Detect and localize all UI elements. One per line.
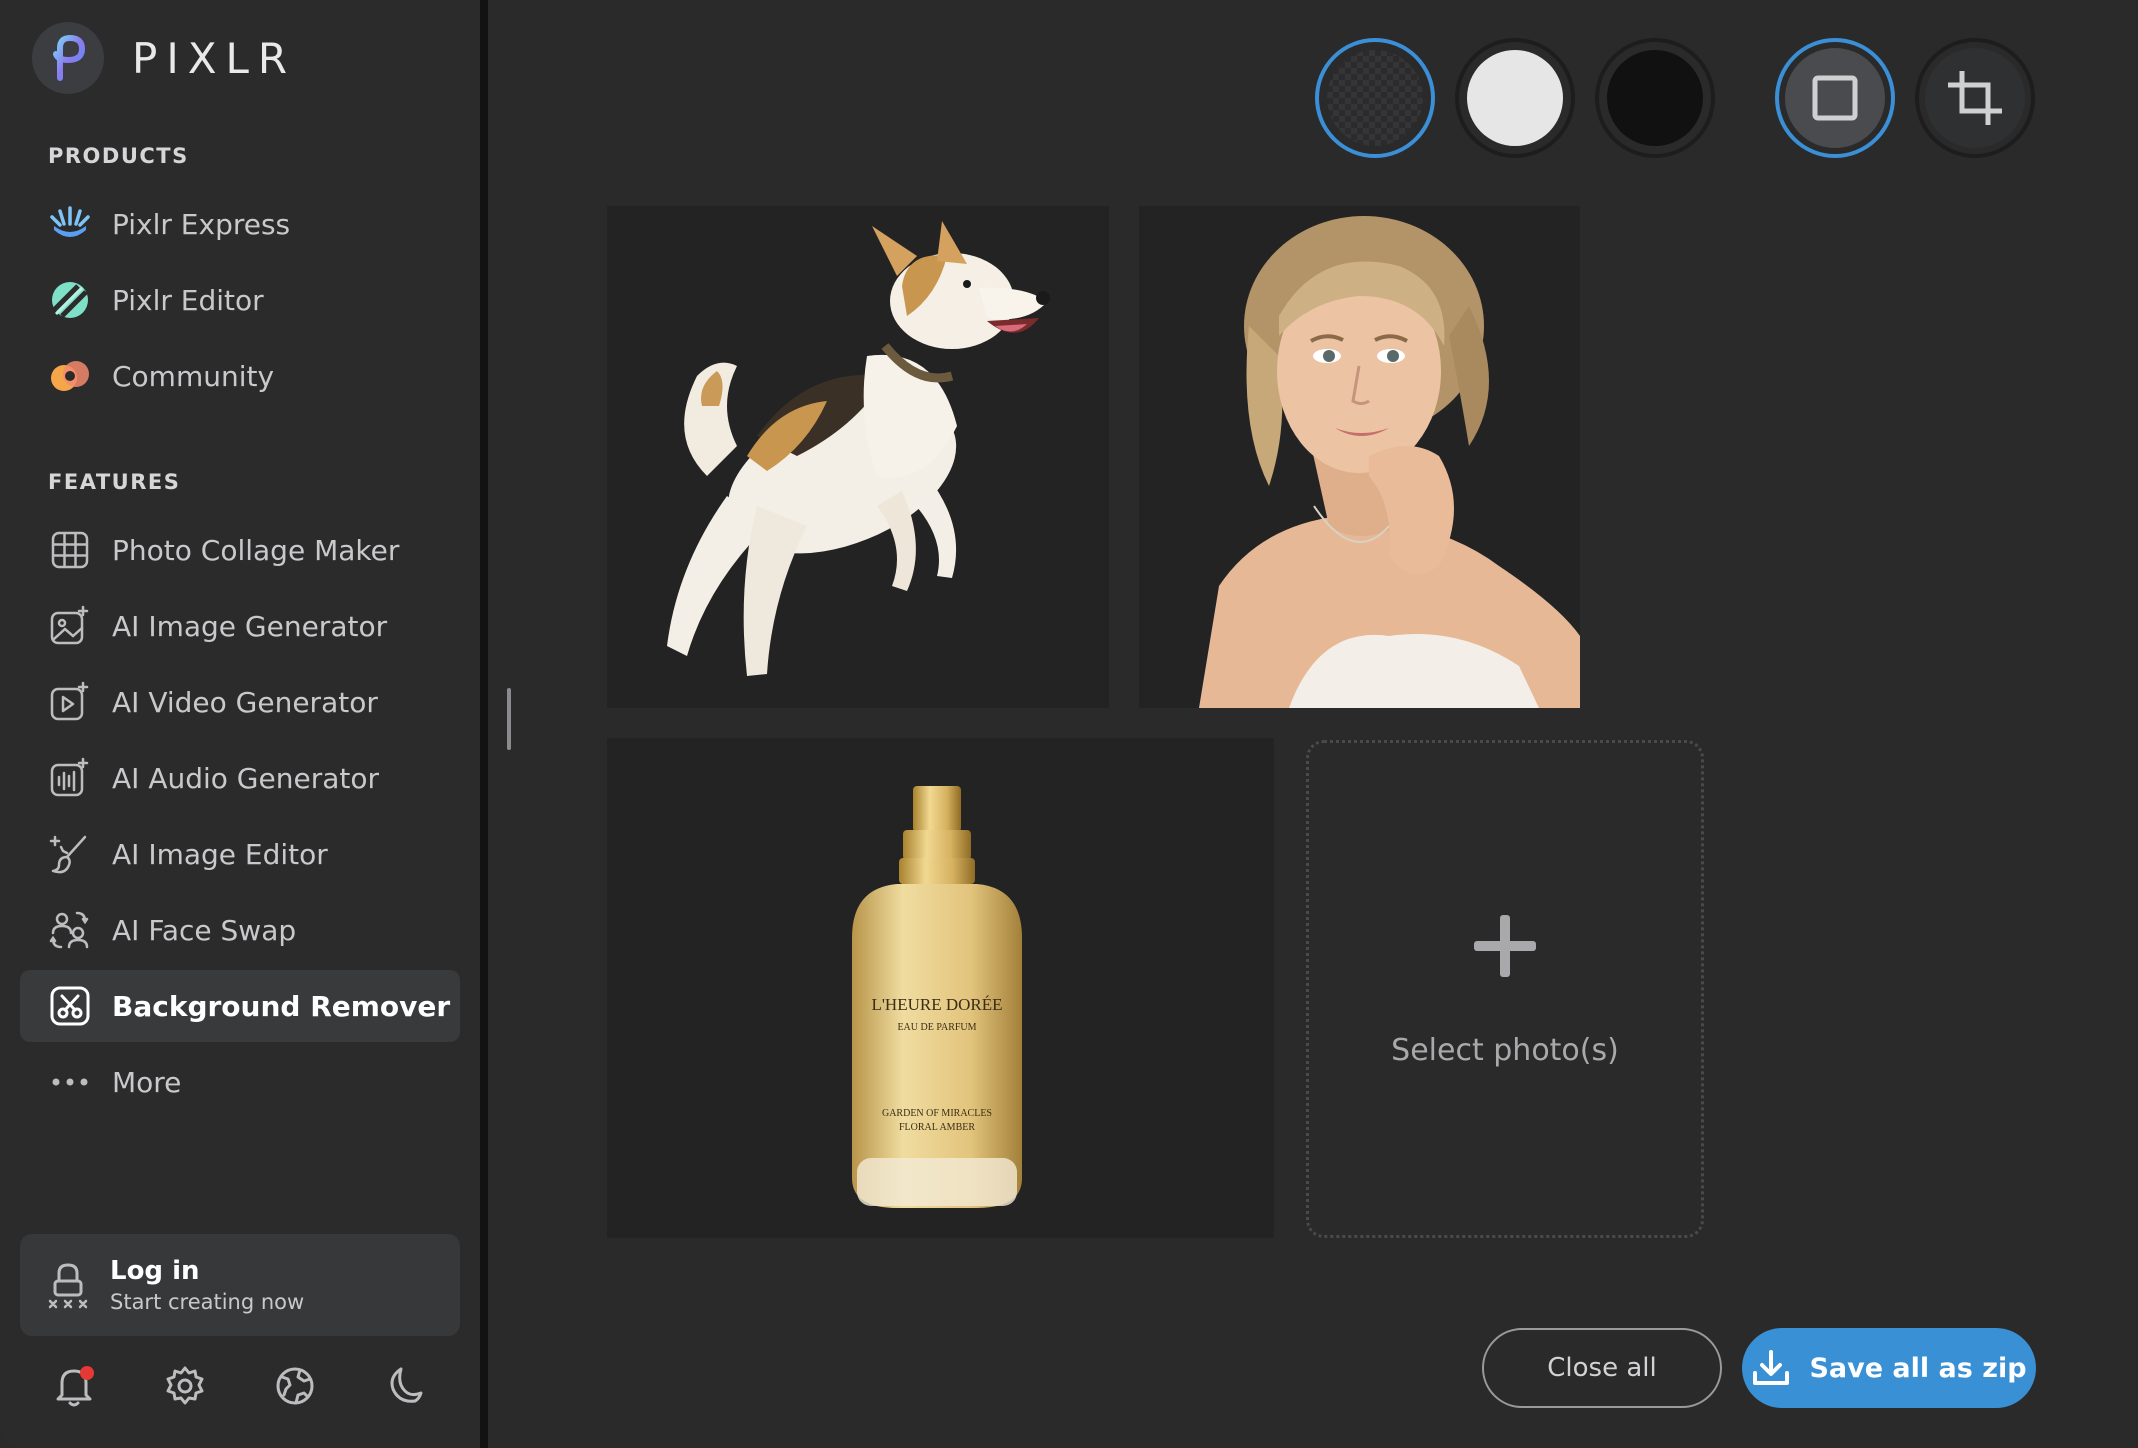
sidebar-item-label: Community	[112, 359, 275, 393]
crop-icon	[1948, 71, 2002, 125]
logo[interactable]: PIXLR	[32, 22, 296, 94]
perfume-image: L'HEURE DORÉE EAU DE PARFUM GARDEN OF MI…	[852, 786, 1022, 1208]
sidebar-item-ai-image-generator[interactable]: AI Image Generator	[20, 590, 460, 662]
image-tile-dog[interactable]	[607, 206, 1109, 708]
dog-image	[667, 221, 1050, 676]
sidebar-item-ai-video-generator[interactable]: AI Video Generator	[20, 666, 460, 738]
pixlr-logo-icon	[32, 22, 104, 94]
perfume-label-line3: GARDEN OF MIRACLES	[882, 1108, 992, 1119]
save-all-zip-label: Save all as zip	[1809, 1352, 2027, 1384]
sidebar-item-label: AI Image Generator	[112, 609, 388, 643]
perfume-label-line2: EAU DE PARFUM	[897, 1022, 976, 1033]
sidebar-item-label: AI Video Generator	[112, 685, 378, 719]
download-icon	[1751, 1349, 1791, 1387]
pixlr-editor-icon	[48, 278, 92, 322]
woman-image	[1199, 216, 1580, 708]
sidebar-footer	[0, 1356, 480, 1416]
sidebar-item-label: Pixlr Express	[112, 207, 291, 241]
login-title: Log in	[110, 1256, 200, 1286]
sidebar-item-pixlr-express[interactable]: Pixlr Express	[20, 188, 460, 260]
perfume-label-line4: FLORAL AMBER	[899, 1122, 975, 1133]
grid-icon	[48, 528, 92, 572]
sidebar-item-label: AI Audio Generator	[112, 761, 379, 795]
login-subtitle: Start creating now	[110, 1290, 305, 1314]
features-heading: FEATURES	[48, 470, 181, 494]
sidebar-item-label: AI Face Swap	[112, 913, 297, 947]
image-tile-perfume[interactable]: L'HEURE DORÉE EAU DE PARFUM GARDEN OF MI…	[607, 738, 1274, 1238]
more-dots-icon	[48, 1060, 92, 1104]
crop-button[interactable]	[1915, 38, 2035, 158]
square-frame-icon	[1812, 75, 1858, 121]
face-swap-icon	[48, 908, 92, 952]
background-remover-icon	[48, 984, 92, 1028]
sidebar-item-community[interactable]: Community	[20, 340, 460, 412]
sidebar-item-ai-image-editor[interactable]: AI Image Editor	[20, 818, 460, 890]
background-transparent-swatch[interactable]	[1315, 38, 1435, 158]
gear-icon[interactable]	[155, 1356, 215, 1416]
pixlr-express-icon	[48, 202, 92, 246]
lock-icon	[46, 1263, 90, 1309]
sidebar-item-ai-face-swap[interactable]: AI Face Swap	[20, 894, 460, 966]
products-heading: PRODUCTS	[48, 144, 189, 168]
ai-image-icon	[48, 604, 92, 648]
sidebar-item-photo-collage-maker[interactable]: Photo Collage Maker	[20, 514, 460, 586]
moon-icon[interactable]	[376, 1356, 436, 1416]
checker-pattern	[1327, 50, 1423, 146]
sidebar-item-label: Pixlr Editor	[112, 283, 264, 317]
sidebar-item-label: More	[112, 1065, 182, 1099]
ai-brush-icon	[48, 832, 92, 876]
black-color-swatch	[1607, 50, 1703, 146]
sidebar-divider	[480, 0, 488, 1448]
close-all-button[interactable]: Close all	[1482, 1328, 1722, 1408]
app-window: PIXLR PRODUCTS Pixlr Express Pixlr Edito…	[0, 0, 2138, 1448]
background-white-swatch[interactable]	[1455, 38, 1575, 158]
image-tile-woman[interactable]	[1139, 206, 1580, 708]
sidebar-resize-handle[interactable]	[507, 688, 511, 750]
sidebar-item-pixlr-editor[interactable]: Pixlr Editor	[20, 264, 460, 336]
bell-icon[interactable]	[44, 1356, 104, 1416]
sidebar-item-more[interactable]: More	[20, 1046, 460, 1118]
sidebar: PIXLR PRODUCTS Pixlr Express Pixlr Edito…	[0, 0, 480, 1448]
brand-name: PIXLR	[132, 33, 297, 83]
sidebar-item-label: Background Remover	[112, 989, 451, 1023]
login-button[interactable]: Log in Start creating now	[20, 1234, 460, 1336]
select-photos-dropzone[interactable]: Select photo(s)	[1306, 740, 1704, 1238]
sidebar-item-label: AI Image Editor	[112, 837, 328, 871]
square-frame-button[interactable]	[1775, 38, 1895, 158]
background-black-swatch[interactable]	[1595, 38, 1715, 158]
globe-icon[interactable]	[265, 1356, 325, 1416]
ai-audio-icon	[48, 756, 92, 800]
select-photos-label: Select photo(s)	[1391, 1032, 1619, 1068]
save-all-zip-button[interactable]: Save all as zip	[1742, 1328, 2036, 1408]
plus-icon	[1474, 914, 1536, 977]
notification-dot	[80, 1366, 94, 1380]
sidebar-item-ai-audio-generator[interactable]: AI Audio Generator	[20, 742, 460, 814]
community-icon	[48, 354, 92, 398]
white-color-swatch	[1467, 50, 1563, 146]
ai-video-icon	[48, 680, 92, 724]
sidebar-item-background-remover[interactable]: Background Remover	[20, 970, 460, 1042]
perfume-label-line1: L'HEURE DORÉE	[871, 995, 1002, 1014]
sidebar-item-label: Photo Collage Maker	[112, 533, 400, 567]
